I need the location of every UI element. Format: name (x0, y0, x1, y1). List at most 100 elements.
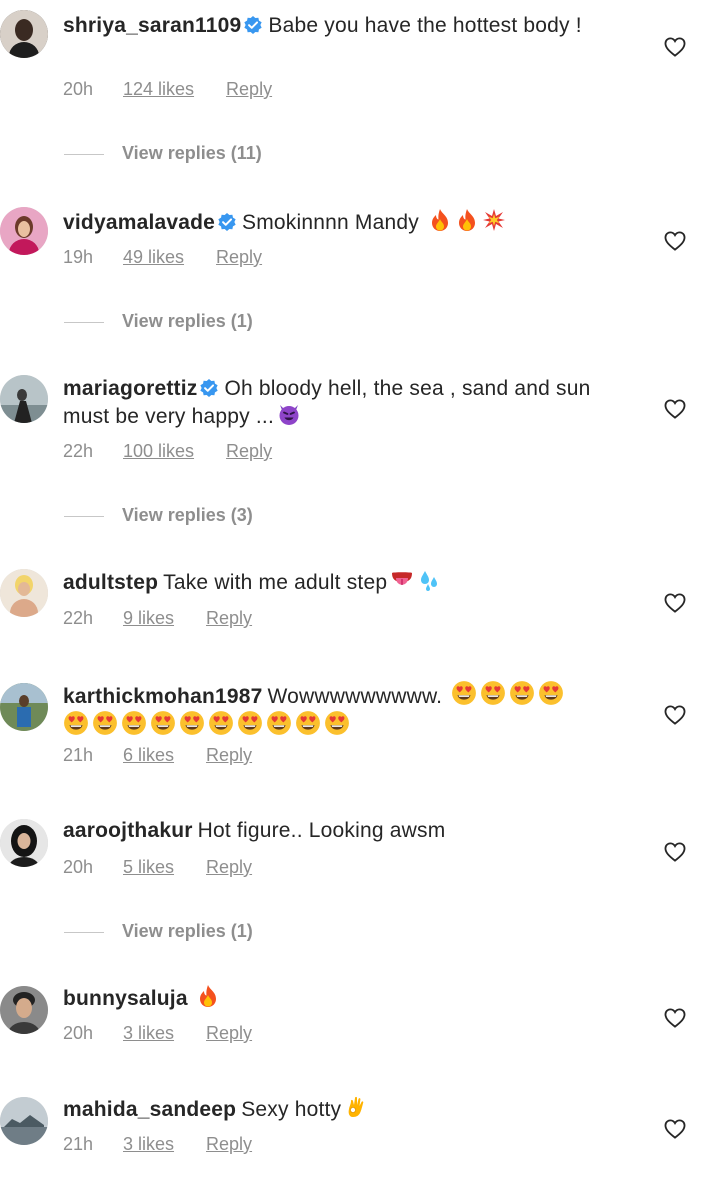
reply-button[interactable]: Reply (216, 247, 262, 268)
heart-outline-icon[interactable] (664, 842, 686, 862)
verified-badge-icon (244, 16, 262, 34)
comment-text: shriya_saran1109 Babe you have the hottes… (63, 13, 623, 39)
heart-outline-icon[interactable] (664, 1119, 686, 1139)
comment-text: mariagorettiz Oh bloody hell, the sea , s… (63, 376, 623, 430)
username[interactable]: bunnysaluja (63, 987, 188, 1010)
heart-eyes-icon (63, 710, 89, 736)
comment-meta: 22h 100 likes Reply (63, 441, 272, 462)
timestamp: 19h (63, 247, 94, 267)
comment-meta: 20h 3 likes Reply (63, 1023, 252, 1044)
timestamp: 21h (63, 1134, 94, 1154)
reply-button[interactable]: Reply (206, 1134, 252, 1155)
reply-button[interactable]: Reply (206, 1023, 252, 1044)
heart-outline-icon[interactable] (664, 231, 686, 251)
comment-text: mahida_sandeep Sexy hotty (63, 1095, 623, 1123)
avatar[interactable] (0, 375, 48, 423)
username[interactable]: mariagorettiz (63, 377, 197, 400)
likes-count[interactable]: 49 likes (123, 247, 184, 268)
avatar[interactable] (0, 986, 48, 1034)
heart-eyes-icon (237, 710, 263, 736)
divider-line (64, 321, 104, 323)
comment-text: bunnysaluja (63, 984, 623, 1012)
heart-eyes-icon (295, 710, 321, 736)
avatar[interactable] (0, 207, 48, 255)
reply-button[interactable]: Reply (206, 745, 252, 766)
heart-outline-icon[interactable] (664, 593, 686, 613)
heart-eyes-icon (208, 710, 234, 736)
heart-eyes-icon (179, 710, 205, 736)
reply-button[interactable]: Reply (206, 857, 252, 878)
heart-eyes-icon (92, 710, 118, 736)
heart-outline-icon[interactable] (664, 399, 686, 419)
username[interactable]: aaroojthakur (63, 819, 193, 842)
fire-icon (196, 984, 220, 1008)
reply-button[interactable]: Reply (226, 441, 272, 462)
smiling-devil-icon (277, 402, 301, 426)
comment-meta: 20h 5 likes Reply (63, 857, 252, 878)
view-replies-button[interactable]: View replies (1) (64, 311, 253, 332)
avatar[interactable] (0, 10, 48, 58)
heart-eyes-icon (121, 710, 147, 736)
heart-outline-icon[interactable] (664, 37, 686, 57)
reply-button[interactable]: Reply (206, 608, 252, 629)
avatar[interactable] (0, 569, 48, 617)
ok-hand-icon (344, 1095, 368, 1119)
tongue-icon (390, 568, 414, 592)
heart-eyes-icon (150, 710, 176, 736)
view-replies-button[interactable]: View replies (11) (64, 143, 262, 164)
divider-line (64, 931, 104, 933)
fire-icon (428, 208, 452, 232)
timestamp: 20h (63, 79, 94, 99)
heart-eyes-icon (451, 680, 477, 706)
reply-button[interactable]: Reply (226, 79, 272, 100)
comment-text: aaroojthakur Hot figure.. Looking awsm (63, 818, 623, 844)
comment-text: vidyamalavade Smokinnnn Mandy (63, 208, 623, 236)
heart-eyes-icon (324, 710, 350, 736)
heart-eyes-icon (480, 680, 506, 706)
divider-line (64, 515, 104, 517)
sweat-droplets-icon (417, 568, 441, 592)
avatar[interactable] (0, 819, 48, 867)
avatar[interactable] (0, 683, 48, 731)
view-replies-button[interactable]: View replies (1) (64, 921, 253, 942)
view-replies-button[interactable]: View replies (3) (64, 505, 253, 526)
heart-eyes-icon (266, 710, 292, 736)
likes-count[interactable]: 3 likes (123, 1023, 174, 1044)
verified-badge-icon (218, 213, 236, 231)
comment-body: Babe you have the hottest body ! (268, 14, 582, 37)
comment-body: Smokinnnn Mandy (242, 211, 419, 234)
comment-meta: 19h 49 likes Reply (63, 247, 262, 268)
comment-meta: 20h 124 likes Reply (63, 79, 272, 100)
username[interactable]: mahida_sandeep (63, 1098, 236, 1121)
timestamp: 22h (63, 441, 94, 461)
avatar[interactable] (0, 1097, 48, 1145)
comment-meta: 22h 9 likes Reply (63, 608, 252, 629)
likes-count[interactable]: 5 likes (123, 857, 174, 878)
comment-text: adultstep Take with me adult step (63, 568, 623, 596)
likes-count[interactable]: 100 likes (123, 441, 194, 462)
comment-text: karthickmohan1987 Wowwwwwwwww. (63, 680, 623, 740)
likes-count[interactable]: 3 likes (123, 1134, 174, 1155)
comment-meta: 21h 3 likes Reply (63, 1134, 252, 1155)
heart-eyes-icon (509, 680, 535, 706)
timestamp: 22h (63, 608, 94, 628)
username[interactable]: shriya_saran1109 (63, 14, 241, 37)
divider-line (64, 153, 104, 155)
verified-badge-icon (200, 379, 218, 397)
comment-body: Hot figure.. Looking awsm (197, 819, 446, 842)
heart-outline-icon[interactable] (664, 1008, 686, 1028)
comment-body: Wowwwwwwwww. (267, 685, 443, 708)
heart-outline-icon[interactable] (664, 705, 686, 725)
heart-eyes-icon (538, 680, 564, 706)
timestamp: 21h (63, 745, 94, 765)
username[interactable]: adultstep (63, 571, 158, 594)
username[interactable]: vidyamalavade (63, 211, 215, 234)
likes-count[interactable]: 9 likes (123, 608, 174, 629)
likes-count[interactable]: 124 likes (123, 79, 194, 100)
username[interactable]: karthickmohan1987 (63, 685, 263, 708)
timestamp: 20h (63, 857, 94, 877)
comment-meta: 21h 6 likes Reply (63, 745, 252, 766)
likes-count[interactable]: 6 likes (123, 745, 174, 766)
fire-icon (455, 208, 479, 232)
collision-icon (482, 208, 506, 232)
